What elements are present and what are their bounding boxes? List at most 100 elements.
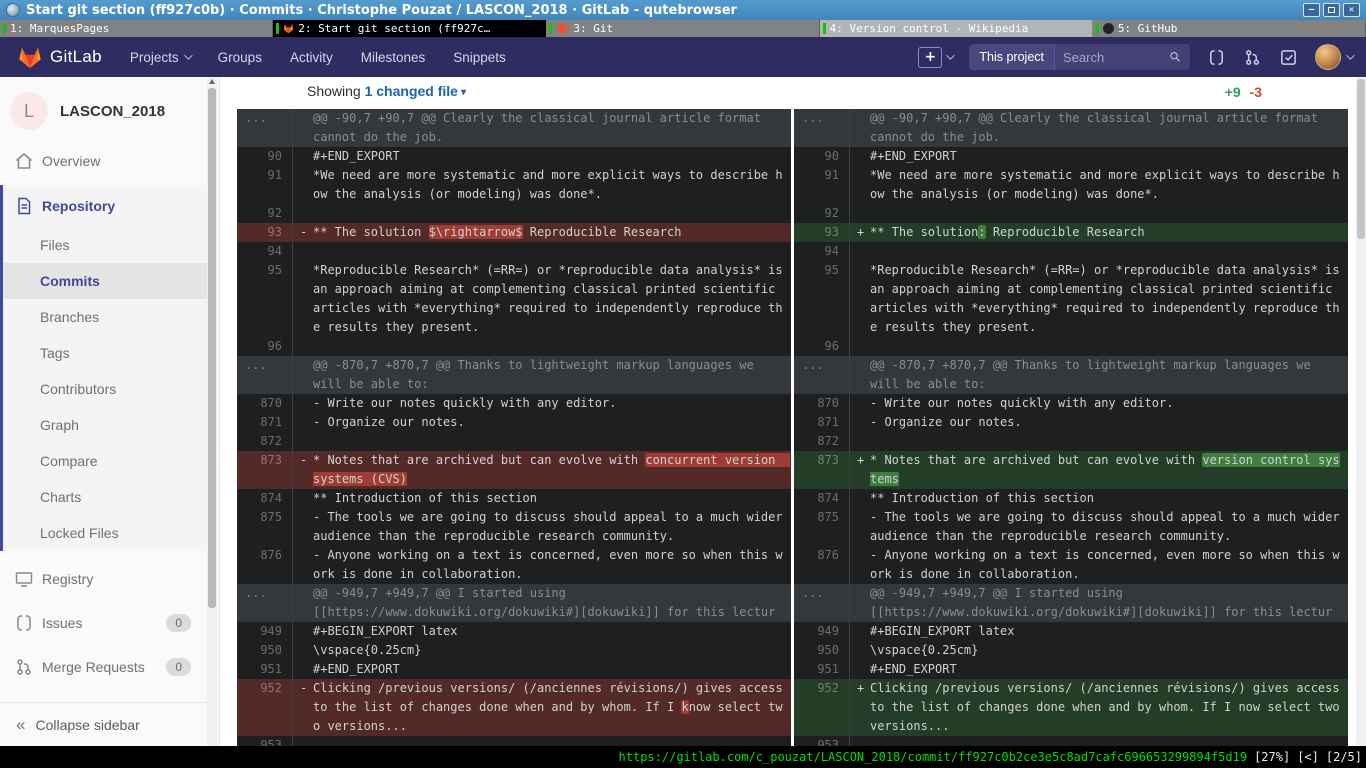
line-number[interactable]: 95 [794, 261, 850, 337]
sidebar-item-overview[interactable]: Overview [0, 141, 207, 181]
tab-5[interactable]: 5: GitHub [1093, 20, 1366, 37]
code-line: +* Notes that are archived but can evolv… [850, 451, 1348, 489]
user-menu[interactable] [1315, 44, 1352, 70]
diff-row: 870- Write our notes quickly with any ed… [237, 394, 1348, 413]
line-number[interactable]: 90 [794, 147, 850, 166]
diff-sign: - [300, 679, 307, 698]
search-scope-chip[interactable]: This project [969, 44, 1055, 70]
project-link[interactable]: L LASCON_2018 [10, 87, 165, 135]
line-number[interactable]: 91 [794, 166, 850, 204]
close-button[interactable]: ✕ [1343, 3, 1360, 17]
new-menu-button[interactable]: + [918, 47, 952, 68]
line-number[interactable]: 92 [237, 204, 293, 223]
minimize-button[interactable]: – [1303, 3, 1320, 17]
code-line: \vspace{0.25cm} [850, 641, 1348, 660]
line-number[interactable]: 873 [237, 451, 293, 489]
line-number[interactable]: 870 [237, 394, 293, 413]
nav-item-snippets[interactable]: Snippets [453, 50, 506, 65]
sidebar-item-registry[interactable]: Registry [0, 559, 207, 599]
sidebar-item-commits[interactable]: Commits [3, 263, 207, 299]
sidebar-item-merge-requests[interactable]: Merge Requests 0 [0, 647, 207, 687]
line-number[interactable]: 952 [794, 679, 850, 736]
collapse-sidebar-button[interactable]: « Collapse sidebar [0, 702, 207, 746]
diff-row: 94 94 [237, 242, 1348, 261]
sidebar-scrollbar[interactable] [207, 77, 217, 746]
line-number[interactable]: 95 [237, 261, 293, 337]
line-number[interactable]: 871 [237, 413, 293, 432]
gitlab-home-link[interactable]: GitLab [18, 46, 102, 69]
nav-item-groups[interactable]: Groups [218, 50, 262, 65]
todos-icon[interactable] [1279, 48, 1298, 67]
code-line: #+BEGIN_EXPORT latex [850, 622, 1348, 641]
page-scrollbar-thumb[interactable] [1357, 79, 1365, 239]
page-scrollbar[interactable] [1356, 77, 1366, 746]
search-icon [1169, 50, 1182, 64]
line-number[interactable]: 91 [237, 166, 293, 204]
line-number[interactable]: 874 [237, 489, 293, 508]
line-number[interactable]: 94 [237, 242, 293, 261]
diff-row: ...@@ -870,7 +870,7 @@ Thanks to lightwe… [237, 356, 1348, 394]
line-number[interactable]: 871 [794, 413, 850, 432]
line-number[interactable]: 872 [794, 432, 850, 451]
sidebar-item-repository[interactable]: Repository [3, 185, 207, 227]
line-number[interactable]: 875 [237, 508, 293, 546]
tab-1[interactable]: 1: MarquesPages [0, 20, 273, 37]
line-number[interactable]: 951 [794, 660, 850, 679]
sidebar-item-issues[interactable]: Issues 0 [0, 603, 207, 643]
line-number[interactable]: 93 [794, 223, 850, 242]
line-number[interactable]: 949 [794, 622, 850, 641]
hunk-header: @@ -90,7 +90,7 @@ Clearly the classical … [293, 109, 791, 147]
line-number[interactable]: 94 [794, 242, 850, 261]
sidebar-item-graph[interactable]: Graph [3, 407, 207, 443]
changed-files-dropdown[interactable]: 1 changed file▾ [365, 83, 466, 99]
issues-icon[interactable] [1207, 48, 1226, 67]
line-number[interactable]: 96 [237, 337, 293, 356]
line-number[interactable]: 949 [237, 622, 293, 641]
nav-item-activity[interactable]: Activity [290, 50, 333, 65]
code-line: - Write our notes quickly with any edito… [293, 394, 791, 413]
line-number[interactable]: 96 [794, 337, 850, 356]
line-number[interactable]: 876 [237, 546, 293, 584]
sidebar-item-branches[interactable]: Branches [3, 299, 207, 335]
diff-row: 951#+END_EXPORT951#+END_EXPORT [237, 660, 1348, 679]
code-line: - Organize our notes. [293, 413, 791, 432]
diff-row: 90#+END_EXPORT90#+END_EXPORT [237, 147, 1348, 166]
sidebar-item-files[interactable]: Files [3, 227, 207, 263]
nav-item-projects[interactable]: Projects [130, 50, 190, 65]
search-input[interactable] [1063, 50, 1169, 65]
line-number[interactable]: 953 [794, 736, 850, 746]
diff-row: 96 96 [237, 337, 1348, 356]
sidebar-item-contributors[interactable]: Contributors [3, 371, 207, 407]
tab-4[interactable]: 4: Version control - Wikipedia [820, 20, 1093, 37]
github-favicon [1103, 23, 1114, 34]
line-number[interactable]: 876 [794, 546, 850, 584]
merge-requests-icon[interactable] [1243, 48, 1262, 67]
line-number[interactable]: 950 [237, 641, 293, 660]
line-number[interactable]: 875 [794, 508, 850, 546]
sidebar-item-charts[interactable]: Charts [3, 479, 207, 515]
line-number[interactable]: 870 [794, 394, 850, 413]
maximize-button[interactable] [1323, 3, 1340, 17]
line-number[interactable]: 90 [237, 147, 293, 166]
line-number[interactable]: 950 [794, 641, 850, 660]
deletions-count: -3 [1250, 84, 1262, 100]
line-number[interactable]: 872 [237, 432, 293, 451]
sidebar-item-compare[interactable]: Compare [3, 443, 207, 479]
sidebar-scrollbar-thumb[interactable] [208, 88, 216, 608]
nav-item-milestones[interactable]: Milestones [361, 50, 426, 65]
line-number[interactable]: 874 [794, 489, 850, 508]
line-number[interactable]: 952 [237, 679, 293, 736]
hunk-ellipsis: ... [794, 109, 850, 147]
line-number[interactable]: 92 [794, 204, 850, 223]
tab-2[interactable]: 2: Start git section (ff927c… [273, 20, 546, 37]
tab-3[interactable]: 3: Git [546, 20, 819, 37]
tab-indicator [1096, 23, 1099, 34]
line-number[interactable]: 93 [237, 223, 293, 242]
sidebar-item-tags[interactable]: Tags [3, 335, 207, 371]
line-number[interactable]: 873 [794, 451, 850, 489]
merge-requests-count-badge: 0 [166, 658, 191, 676]
line-number[interactable]: 953 [237, 736, 293, 746]
sidebar-item-locked-files[interactable]: Locked Files [3, 515, 207, 551]
line-number[interactable]: 951 [237, 660, 293, 679]
diff-row: 871- Organize our notes.871- Organize ou… [237, 413, 1348, 432]
